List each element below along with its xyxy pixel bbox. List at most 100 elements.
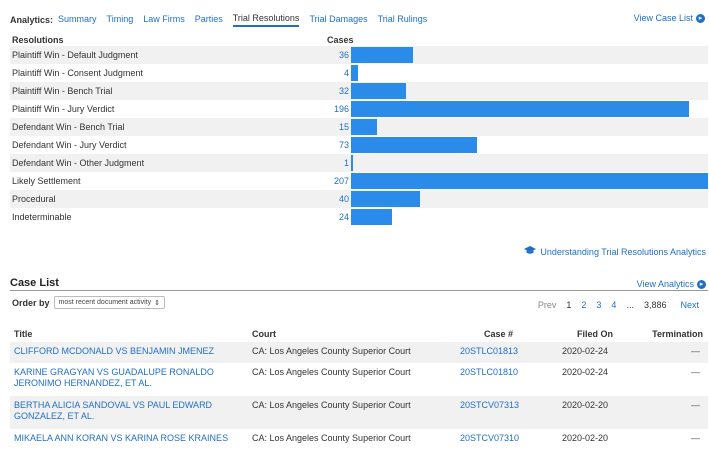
tab-trial-rulings[interactable]: Trial Rulings: [378, 14, 428, 26]
resolution-bar[interactable]: [351, 47, 413, 63]
resolution-row: Defendant Win - Other Judgment 1: [10, 154, 708, 172]
trial-resolutions-chart: Resolutions Cases Plaintiff Win - Defaul…: [10, 33, 708, 226]
resolution-count-link[interactable]: 36: [339, 50, 349, 60]
resolution-count-link[interactable]: 4: [344, 68, 349, 78]
case-title-link[interactable]: BERTHA ALICIA SANDOVAL VS PAUL EDWARD GO…: [14, 400, 234, 422]
prev-page-button[interactable]: Prev: [538, 300, 557, 310]
case-list-divider: [10, 290, 708, 291]
case-termination: —: [691, 400, 700, 410]
next-page-button[interactable]: Next: [680, 300, 699, 310]
case-termination: —: [691, 367, 700, 377]
resolutions-column-header: Resolutions: [12, 35, 64, 45]
case-title-link[interactable]: MIKAELA ANN KORAN VS KARINA ROSE KRAINES: [14, 433, 234, 444]
resolution-count-link[interactable]: 1: [344, 158, 349, 168]
filed-on-column-header[interactable]: Filed On: [577, 329, 613, 339]
case-filed-date: 2020-02-20: [562, 400, 609, 410]
resolution-row: Procedural 40: [10, 190, 708, 208]
resolution-bar[interactable]: [351, 155, 353, 171]
resolution-bar[interactable]: [351, 209, 392, 225]
resolution-label: Procedural: [12, 194, 56, 204]
resolution-label: Defendant Win - Bench Trial: [12, 122, 125, 132]
case-title-link[interactable]: CLIFFORD MCDONALD VS BENJAMIN JMENEZ: [14, 346, 234, 357]
resolution-count-link[interactable]: 32: [339, 86, 349, 96]
view-case-list-label: View Case List: [633, 13, 693, 23]
resolution-row: Likely Settlement 207: [10, 172, 708, 190]
resolution-label: Likely Settlement: [12, 176, 81, 186]
case-court: CA: Los Angeles County Superior Court: [252, 346, 411, 356]
resolution-row: Plaintiff Win - Consent Judgment 4: [10, 64, 708, 82]
resolution-row: Plaintiff Win - Jury Verdict 196: [10, 100, 708, 118]
view-case-list-link[interactable]: View Case List ▸: [634, 13, 705, 23]
case-row: BERTHA ALICIA SANDOVAL VS PAUL EDWARD GO…: [10, 396, 708, 429]
case-table: Title Court Case # Filed On Termination …: [10, 328, 708, 451]
analytics-nav: Analytics: Summary Timing Law Firms Part…: [10, 13, 705, 27]
view-analytics-link[interactable]: View Analytics ▸: [637, 279, 706, 289]
case-rows: CLIFFORD MCDONALD VS BENJAMIN JMENEZ CA: …: [10, 342, 708, 451]
case-court: CA: Los Angeles County Superior Court: [252, 367, 411, 377]
resolution-row: Defendant Win - Jury Verdict 73: [10, 136, 708, 154]
pagination-ellipsis: ...: [626, 300, 634, 310]
total-pages[interactable]: 3,886: [644, 300, 667, 310]
termination-column-header[interactable]: Termination: [652, 329, 703, 339]
resolution-label: Plaintiff Win - Jury Verdict: [12, 104, 115, 114]
view-analytics-label: View Analytics: [636, 279, 694, 289]
case-filed-date: 2020-02-24: [562, 346, 609, 356]
resolution-row: Defendant Win - Bench Trial 15: [10, 118, 708, 136]
graduation-cap-icon: [524, 246, 537, 257]
resolution-bar[interactable]: [351, 191, 420, 207]
resolution-label: Plaintiff Win - Consent Judgment: [12, 68, 143, 78]
case-number-link[interactable]: 20STCV07313: [460, 400, 519, 410]
order-by-control: Order by most recent document activity ⇕: [12, 296, 165, 309]
case-court: CA: Los Angeles County Superior Court: [252, 400, 411, 410]
case-title-link[interactable]: KARINE GRAGYAN VS GUADALUPE RONALDO JERO…: [14, 367, 234, 389]
case-number-link[interactable]: 20STCV07310: [460, 433, 519, 443]
understanding-link-label: Understanding Trial Resolutions Analytic…: [540, 246, 706, 257]
tab-law-firms[interactable]: Law Firms: [143, 14, 185, 26]
resolution-count-link[interactable]: 73: [339, 140, 349, 150]
resolution-row: Plaintiff Win - Bench Trial 32: [10, 82, 708, 100]
case-number-column-header[interactable]: Case #: [484, 329, 513, 339]
resolution-label: Plaintiff Win - Bench Trial: [12, 86, 113, 96]
pagination: Prev 1 2 3 4 ... 3,886 Next: [528, 300, 699, 310]
resolution-count-link[interactable]: 15: [339, 122, 349, 132]
resolution-count-link[interactable]: 40: [339, 194, 349, 204]
page-4-link[interactable]: 4: [611, 300, 616, 310]
court-column-header[interactable]: Court: [252, 329, 276, 339]
resolution-bar[interactable]: [351, 137, 477, 153]
page-1-current: 1: [566, 300, 572, 310]
resolution-count-link[interactable]: 196: [334, 104, 349, 114]
resolution-count-link[interactable]: 207: [334, 176, 349, 186]
tab-summary[interactable]: Summary: [58, 14, 97, 26]
select-arrows-icon: ⇕: [154, 299, 160, 307]
circle-arrow-right-icon: ▸: [696, 13, 705, 23]
tab-trial-resolutions[interactable]: Trial Resolutions: [232, 13, 300, 27]
title-column-header[interactable]: Title: [14, 329, 32, 339]
resolutions-header: Resolutions Cases: [10, 33, 708, 46]
cases-column-header: Cases: [327, 35, 354, 45]
understanding-trial-resolutions-link[interactable]: Understanding Trial Resolutions Analytic…: [524, 246, 706, 257]
resolution-count-link[interactable]: 24: [339, 212, 349, 222]
resolution-row: Indeterminable 24: [10, 208, 708, 226]
resolution-bar[interactable]: [351, 119, 377, 135]
case-filed-date: 2020-02-20: [562, 433, 609, 443]
resolution-bar[interactable]: [351, 65, 358, 81]
case-number-link[interactable]: 20STLC01813: [460, 346, 518, 356]
page-3-link[interactable]: 3: [596, 300, 601, 310]
case-number-link[interactable]: 20STLC01810: [460, 367, 518, 377]
resolution-label: Plaintiff Win - Default Judgment: [12, 50, 138, 60]
case-row: KARINE GRAGYAN VS GUADALUPE RONALDO JERO…: [10, 363, 708, 396]
tab-trial-damages[interactable]: Trial Damages: [309, 14, 367, 26]
resolution-bar[interactable]: [351, 101, 689, 117]
resolution-label: Defendant Win - Other Judgment: [12, 158, 145, 168]
resolution-label: Defendant Win - Jury Verdict: [12, 140, 127, 150]
resolution-bar[interactable]: [351, 83, 406, 99]
page-2-link[interactable]: 2: [581, 300, 586, 310]
case-filed-date: 2020-02-24: [562, 367, 609, 377]
order-by-select[interactable]: most recent document activity ⇕: [53, 296, 165, 309]
tab-parties[interactable]: Parties: [195, 14, 223, 26]
case-row: MIKAELA ANN KORAN VS KARINA ROSE KRAINES…: [10, 429, 708, 451]
tab-timing[interactable]: Timing: [107, 14, 134, 26]
resolution-bar[interactable]: [351, 173, 708, 189]
resolution-label: Indeterminable: [12, 212, 72, 222]
resolution-row: Plaintiff Win - Default Judgment 36: [10, 46, 708, 64]
